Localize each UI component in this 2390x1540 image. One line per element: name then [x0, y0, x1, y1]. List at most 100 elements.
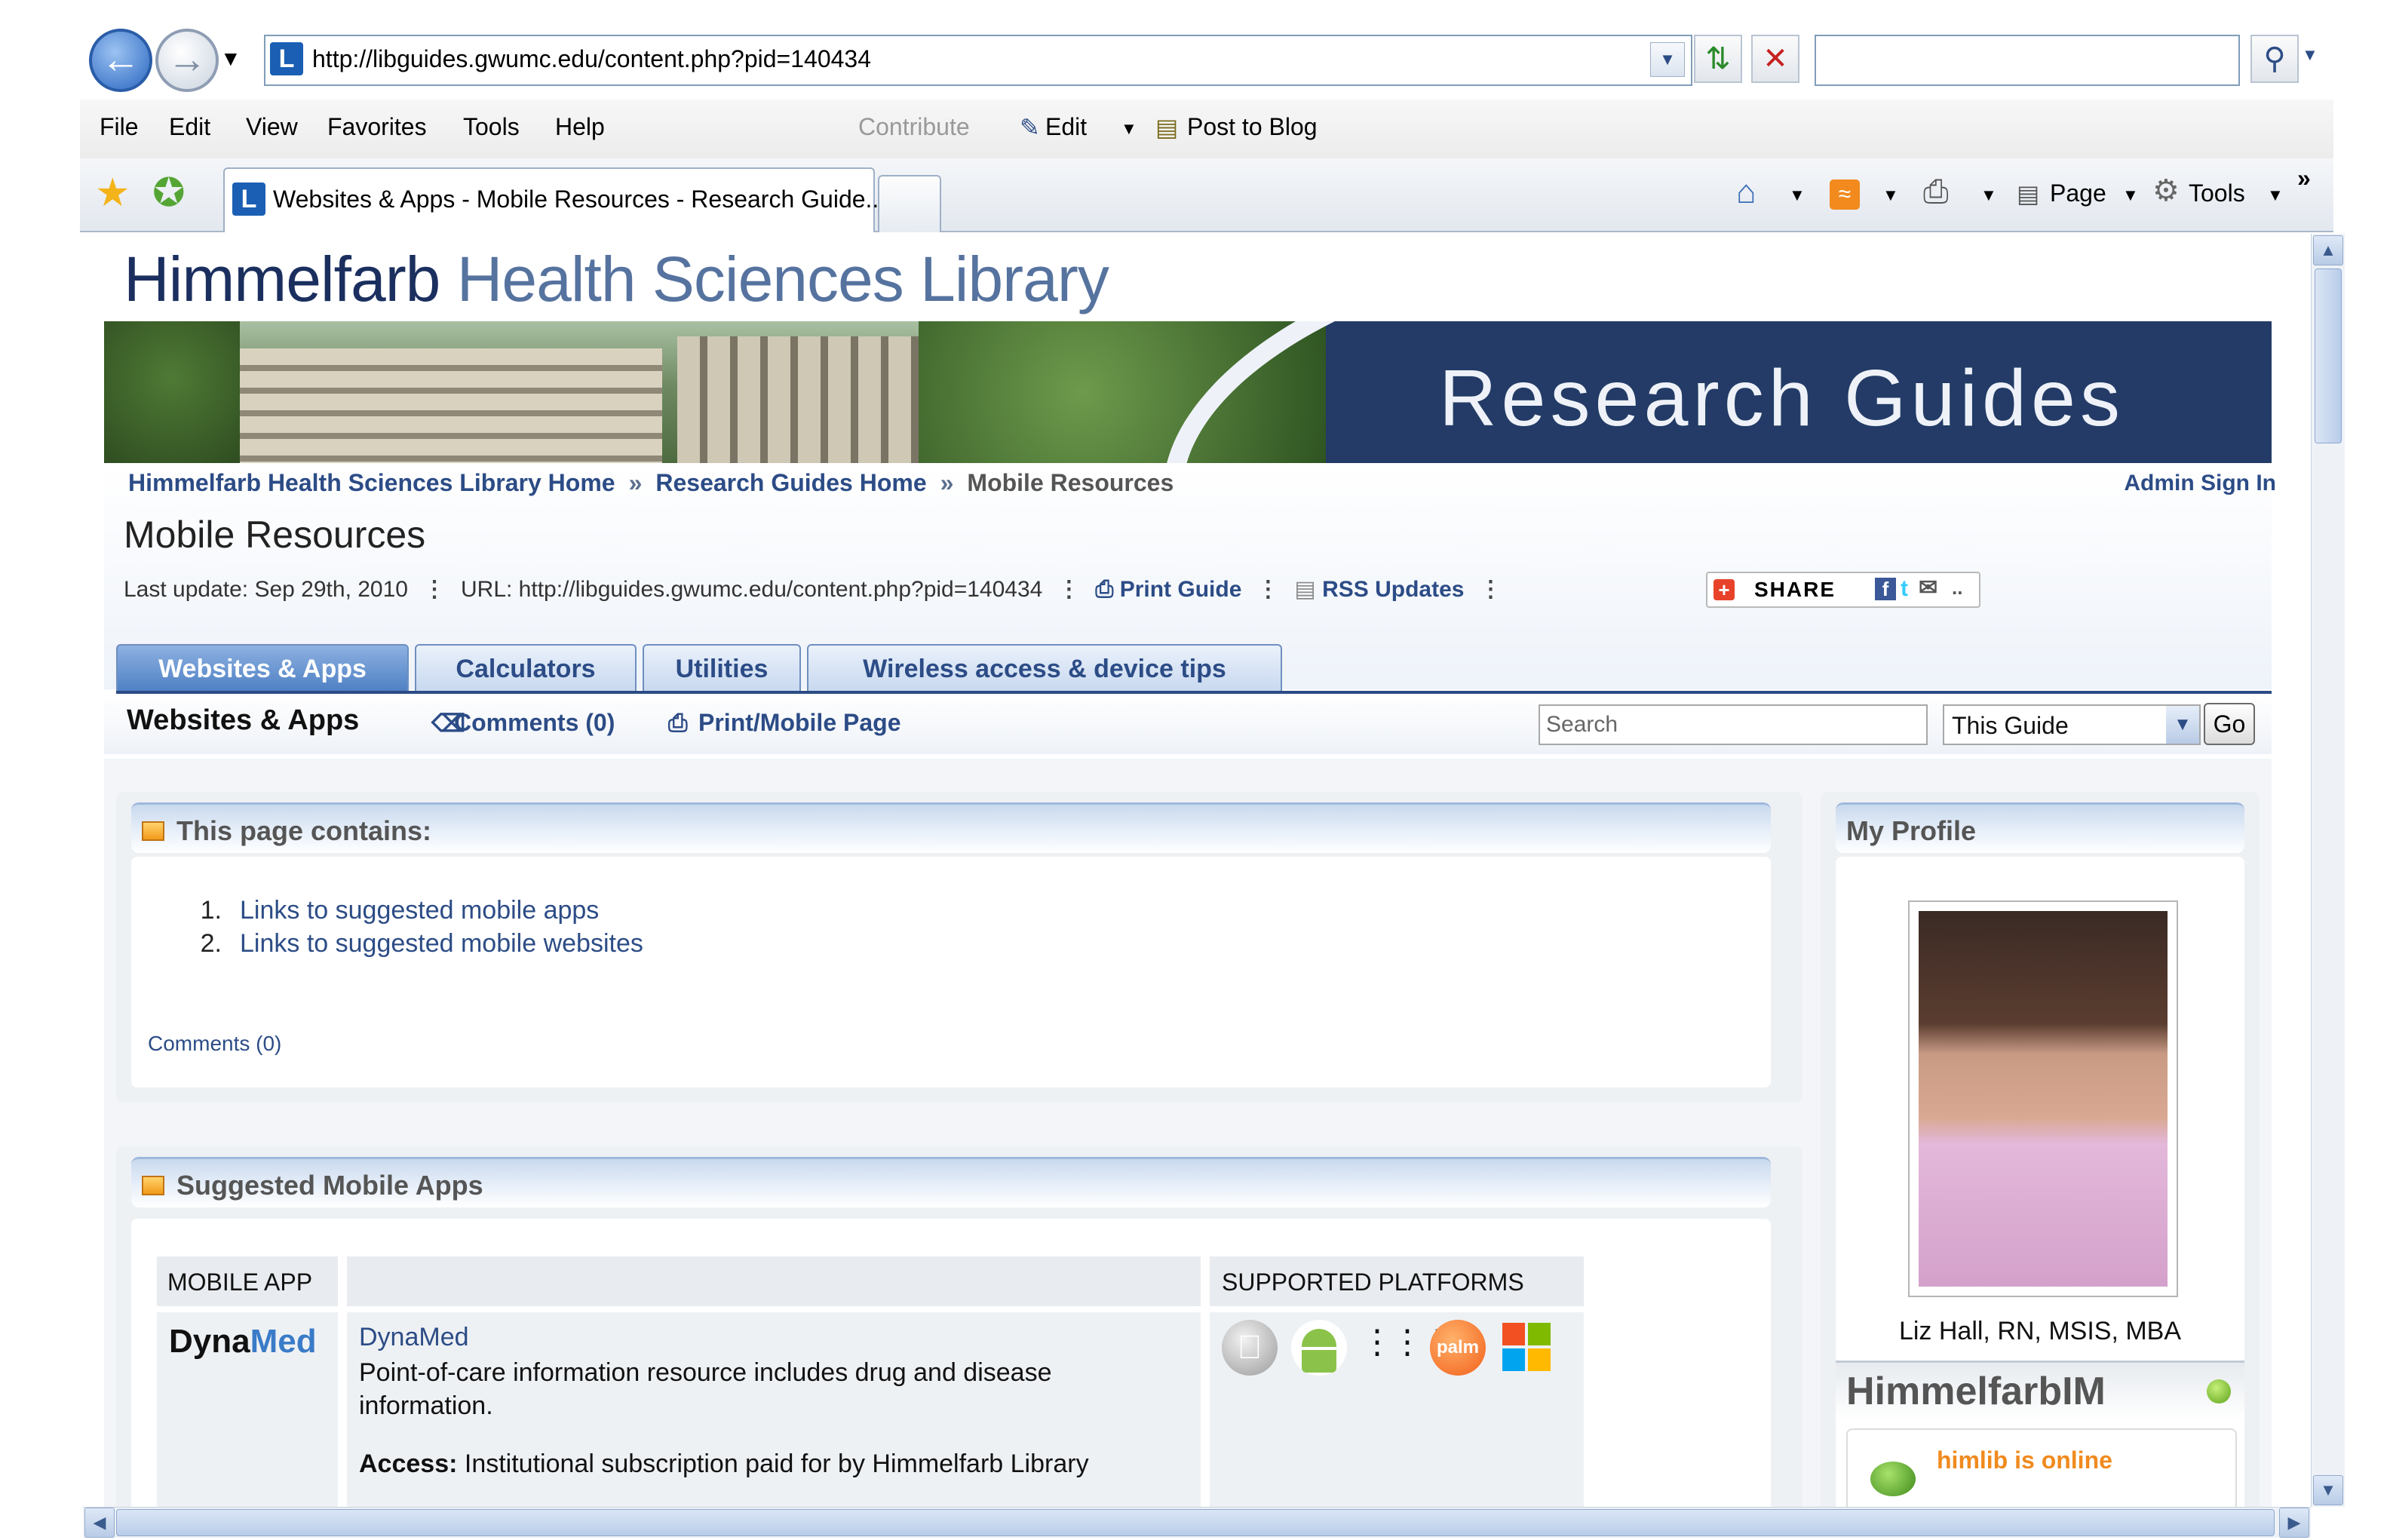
browser-tab-row: ★ ✪ L Websites & Apps - Mobile Resources…	[80, 158, 2333, 232]
palm-label: palm	[1436, 1337, 1479, 1357]
print-icon[interactable]: ⎙	[1923, 173, 1949, 210]
facebook-icon[interactable]: f	[1875, 578, 1896, 600]
toc-item[interactable]: 2. Links to suggested mobile websites	[172, 929, 643, 959]
print-guide-link[interactable]: Print Guide	[1120, 577, 1242, 602]
search-scope-value: This Guide	[1952, 712, 2069, 739]
toc-link[interactable]: Links to suggested mobile websites	[240, 929, 643, 958]
tab-utilities[interactable]: Utilities	[643, 644, 801, 692]
forward-button[interactable]: →	[155, 29, 219, 92]
browser-menu-bar: File Edit View Favorites Tools Help Cont…	[80, 100, 2333, 159]
new-tab-button[interactable]	[878, 175, 941, 232]
android-body	[1302, 1350, 1336, 1373]
page-menu-button[interactable]: Page	[2050, 179, 2106, 207]
col-header-platforms: SUPPORTED PLATFORMS	[1210, 1256, 1584, 1306]
page-dropdown-icon[interactable]: ▼	[2122, 186, 2139, 205]
guide-search-placeholder: Search	[1546, 712, 1618, 737]
meta-divider: ⋮	[1256, 577, 1280, 602]
menu-file[interactable]: File	[100, 113, 139, 141]
home-dropdown-icon[interactable]: ▼	[1789, 186, 1806, 205]
search-options-dropdown[interactable]: ▼	[2302, 45, 2318, 65]
app-name-link[interactable]: DynaMed	[359, 1323, 469, 1352]
dynamed-logo[interactable]: DynaMed	[169, 1323, 317, 1361]
im-status-box[interactable]: himlib is online	[1846, 1428, 2237, 1507]
post-to-blog-button[interactable]: Post to Blog	[1187, 113, 1318, 141]
site-title-dark: Himmelfarb	[124, 244, 440, 314]
feed-dropdown-icon[interactable]: ▼	[1882, 186, 1899, 205]
share-button[interactable]: + SHARE f t ✉ ..	[1706, 572, 1980, 608]
admin-sign-in-link[interactable]: Admin Sign In	[2124, 471, 2276, 496]
address-dropdown-icon[interactable]: ▼	[1650, 42, 1685, 77]
toc-link[interactable]: Links to suggested mobile apps	[240, 896, 599, 925]
toc-item[interactable]: 1. Links to suggested mobile apps	[172, 896, 600, 925]
vertical-scroll-thumb[interactable]	[2315, 268, 2342, 443]
scroll-left-button[interactable]: ◀	[84, 1508, 115, 1538]
refresh-button[interactable]: ⇅	[1694, 35, 1742, 83]
stop-button[interactable]: ✕	[1751, 35, 1799, 83]
go-button[interactable]: Go	[2204, 703, 2255, 745]
tab-websites-apps[interactable]: Websites & Apps	[116, 644, 409, 692]
home-icon[interactable]: ⌂	[1736, 173, 1756, 211]
vertical-scrollbar[interactable]: ▲ ▼	[2311, 234, 2345, 1507]
apps-title: Suggested Mobile Apps	[176, 1170, 483, 1201]
browser-search-input[interactable]	[1815, 35, 2240, 86]
app-description: Point-of-care information resource inclu…	[359, 1358, 1052, 1420]
tab-calculators[interactable]: Calculators	[415, 644, 637, 692]
rss-feed-icon[interactable]: ≈	[1830, 179, 1860, 210]
campus-photo	[104, 321, 1326, 463]
favorites-star-icon[interactable]: ★	[95, 170, 130, 216]
edit-dropdown-icon[interactable]: ▼	[1121, 119, 1137, 139]
horizontal-scroll-thumb[interactable]	[116, 1509, 2275, 1536]
menu-edit[interactable]: Edit	[169, 113, 210, 141]
search-icon[interactable]: ⚲	[2250, 35, 2299, 83]
browser-tab-active[interactable]: L Websites & Apps - Mobile Resources - R…	[223, 167, 885, 232]
print-mobile-link[interactable]: Print/Mobile Page	[698, 709, 900, 737]
breadcrumb-home[interactable]: Himmelfarb Health Sciences Library Home	[128, 469, 615, 496]
twitter-icon[interactable]: t	[1901, 576, 1908, 602]
profile-panel-body: Liz Hall, RN, MSIS, MBA HimmelfarbIM him…	[1836, 857, 2244, 1507]
tab-wireless[interactable]: Wireless access & device tips	[807, 644, 1282, 692]
email-icon[interactable]: ✉	[1919, 575, 1937, 601]
meta-divider: ⋮	[1057, 577, 1081, 602]
hero-title: Research Guides	[1439, 354, 2125, 443]
rss-box-icon	[142, 821, 164, 841]
rss-updates-link[interactable]: RSS Updates	[1322, 577, 1464, 602]
toc-number: 1.	[200, 896, 222, 925]
comments-link[interactable]: Comments (0)	[454, 709, 615, 737]
recent-pages-dropdown[interactable]: ▼	[220, 47, 241, 71]
col-header-app-label: MOBILE APP	[167, 1269, 313, 1296]
rss-icon: ▤	[1294, 577, 1323, 602]
windows-green	[1528, 1323, 1551, 1345]
windows-blue	[1502, 1348, 1525, 1371]
add-favorites-icon[interactable]: ✪	[152, 170, 186, 216]
contribute-button[interactable]: Contribute	[858, 113, 970, 141]
menu-favorites[interactable]: Favorites	[327, 113, 427, 141]
more-icon[interactable]: ..	[1952, 576, 1962, 600]
windows-red	[1502, 1323, 1525, 1345]
scroll-down-button[interactable]: ▼	[2313, 1475, 2343, 1505]
profile-title: My Profile	[1846, 815, 1977, 846]
chevron-more-icon[interactable]: »	[2297, 164, 2311, 192]
breadcrumb-guides[interactable]: Research Guides Home	[655, 469, 926, 496]
menu-help[interactable]: Help	[555, 113, 605, 141]
tools-dropdown-icon[interactable]: ▼	[2267, 186, 2284, 205]
breadcrumb-separator: »	[628, 469, 643, 496]
profile-panel: My Profile Liz Hall, RN, MSIS, MBA Himme…	[1821, 792, 2260, 1507]
print-dropdown-icon[interactable]: ▼	[1980, 186, 1997, 205]
menu-tools[interactable]: Tools	[463, 113, 520, 141]
breadcrumb-current: Mobile Resources	[967, 469, 1174, 496]
edit-button[interactable]: Edit	[1045, 113, 1087, 141]
tools-menu-button[interactable]: Tools	[2189, 179, 2245, 207]
address-url[interactable]: http://libguides.gwumc.edu/content.php?p…	[312, 45, 871, 73]
menu-view[interactable]: View	[246, 113, 298, 141]
horizontal-scrollbar[interactable]: ◀ ▶	[83, 1507, 2311, 1538]
back-button[interactable]: ←	[89, 29, 152, 92]
address-bar[interactable]: L http://libguides.gwumc.edu/content.php…	[264, 35, 1692, 86]
col-header-app: MOBILE APP	[157, 1256, 338, 1306]
scroll-right-button[interactable]: ▶	[2279, 1508, 2309, 1538]
contains-comments-link[interactable]: Comments (0)	[148, 1032, 281, 1056]
scroll-up-button[interactable]: ▲	[2313, 235, 2343, 265]
guide-search-input[interactable]: Search	[1539, 704, 1928, 745]
contains-panel-header: This page contains:	[131, 802, 1771, 853]
search-scope-select[interactable]: This Guide ▼	[1943, 704, 2201, 745]
page-subtitle: Websites & Apps	[127, 704, 360, 736]
